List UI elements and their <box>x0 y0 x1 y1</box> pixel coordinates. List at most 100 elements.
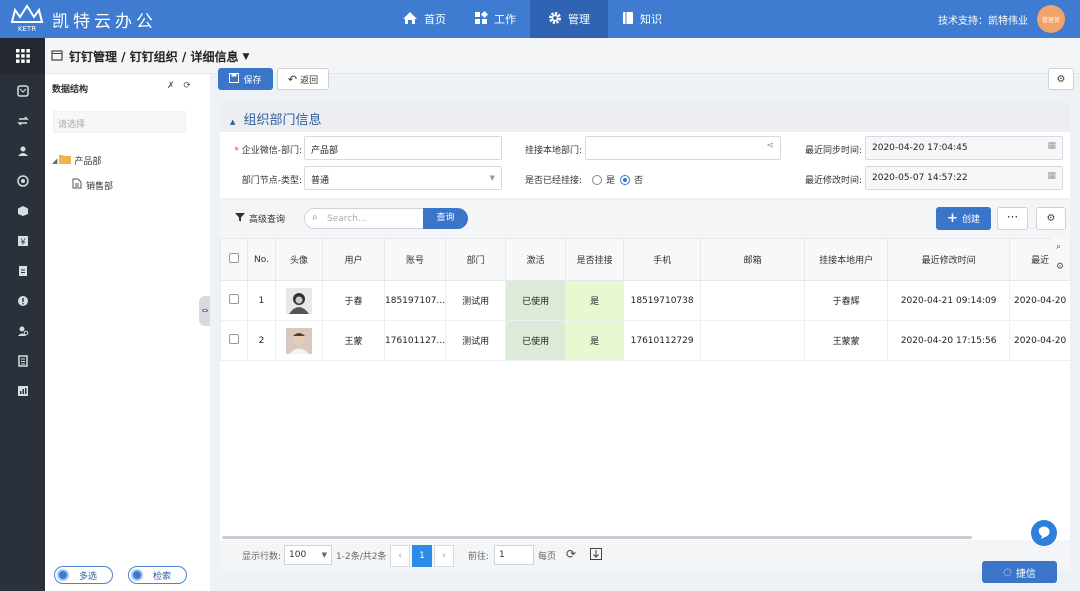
yen-icon[interactable]: ¥ <box>0 229 45 253</box>
col-account[interactable]: 账号 <box>383 238 447 281</box>
table-row[interactable]: 1 于春 185197107... 测试用 已使用 是 18519710738 … <box>220 280 1072 321</box>
swap-icon[interactable] <box>0 109 45 133</box>
row-email <box>700 320 806 361</box>
section-header[interactable]: ▲ 组织部门信息 <box>220 102 1070 132</box>
ketr-logo-icon: KETR <box>8 4 46 34</box>
calendar-icon[interactable]: ▦ <box>1047 171 1056 181</box>
row-user: 王蒙 <box>322 320 385 361</box>
page-button-1[interactable]: 1 <box>412 545 432 567</box>
apps-icon <box>474 10 489 28</box>
nav-work[interactable]: 工作 <box>460 0 530 38</box>
message-icon: ◌ <box>1003 566 1012 578</box>
search-icon[interactable]: ⌕ <box>1056 242 1061 252</box>
pin-icon[interactable]: ✗ <box>167 81 175 91</box>
top-bar: KETR 凯特云办公 首页 工作 管理 知识 技术支持：凯特伟业 管理员 <box>0 0 1080 38</box>
select-all-checkbox[interactable] <box>220 238 248 281</box>
data-structure-panel: 数据结构 ✗ ⟳ 请选择 ◢ 产品部 销售部 <box>45 74 210 591</box>
row-checkbox[interactable] <box>220 280 248 321</box>
breadcrumb-bar: 钉钉管理 / 钉钉组织 / 详细信息 ▼ <box>45 38 1080 74</box>
share-icon[interactable]: ⋖ <box>766 141 774 151</box>
row-email <box>700 280 806 321</box>
refresh-icon[interactable]: ⟳ <box>183 81 191 91</box>
chat-bubble-icon[interactable] <box>1031 520 1057 546</box>
search-tree-button[interactable]: 检索 <box>128 566 187 584</box>
globe-icon[interactable] <box>0 169 45 193</box>
col-linked[interactable]: 是否挂接 <box>565 238 625 281</box>
page-settings-button[interactable]: ⚙ <box>1048 68 1074 90</box>
left-rail: ¥ <box>0 38 45 591</box>
refresh-icon[interactable]: ⟳ <box>566 547 576 561</box>
caret-down-icon[interactable]: ◢ <box>52 157 57 165</box>
chevron-down-icon[interactable]: ▼ <box>242 52 249 62</box>
col-active[interactable]: 激活 <box>505 238 567 281</box>
modify-time-label: 最近修改时间: <box>804 176 862 186</box>
gear-icon[interactable]: ⚙ <box>1056 262 1064 272</box>
dept-field[interactable]: 产品部 <box>304 136 502 160</box>
col-phone[interactable]: 手机 <box>623 238 702 281</box>
prev-page-button[interactable]: ‹ <box>390 545 410 567</box>
create-button[interactable]: + 创建 <box>936 207 991 230</box>
nav-manage[interactable]: 管理 <box>530 0 608 38</box>
tree-node-root[interactable]: ◢ 产品部 <box>52 154 101 167</box>
grid-menu-icon[interactable] <box>0 38 45 74</box>
nav-knowledge[interactable]: 知识 <box>608 0 676 38</box>
linked-yes-radio[interactable]: 是 <box>592 173 615 186</box>
tree-title: 数据结构 <box>52 85 89 95</box>
app-logo[interactable]: KETR 凯特云办公 <box>8 4 157 34</box>
row-linked: 是 <box>565 280 625 321</box>
query-button[interactable]: 查询 <box>423 208 468 229</box>
row-checkbox[interactable] <box>220 320 248 361</box>
goto-page-input[interactable]: 1 <box>494 545 534 565</box>
jiexin-button[interactable]: ◌ 捷信 <box>982 561 1057 583</box>
calendar-icon[interactable]: ▦ <box>1047 141 1056 151</box>
gear-icon: ⚙ <box>1056 73 1066 85</box>
book-icon <box>622 11 634 28</box>
column-tools: ⌕ ⚙ <box>1052 238 1070 280</box>
col-user[interactable]: 用户 <box>322 238 385 281</box>
linked-label: 是否已经挂接: <box>524 176 582 186</box>
caret-up-icon: ▲ <box>230 118 236 126</box>
row-recent: 2020-04-20 <box>1009 320 1072 361</box>
col-dept[interactable]: 部门 <box>445 238 507 281</box>
user-avatar[interactable]: 管理员 <box>1037 5 1065 33</box>
local-dept-field[interactable]: ⋖ <box>585 136 781 160</box>
export-icon[interactable] <box>590 548 602 563</box>
more-button[interactable]: ··· <box>997 207 1028 230</box>
back-button[interactable]: ↶ 返回 <box>277 68 329 90</box>
col-avatar[interactable]: 头像 <box>275 238 323 281</box>
horizontal-scrollbar[interactable] <box>222 536 972 539</box>
dept-label: * 企业微信-部门: <box>234 146 302 156</box>
support-text: 技术支持：凯特伟业 <box>938 16 1028 27</box>
user-search-icon[interactable] <box>0 319 45 343</box>
linked-no-radio[interactable]: 否 <box>620 173 643 186</box>
chart-icon[interactable] <box>0 379 45 403</box>
grid-search-input[interactable]: ⌕ Search... <box>304 208 424 229</box>
col-email[interactable]: 邮箱 <box>700 238 806 281</box>
alert-icon[interactable] <box>0 289 45 313</box>
list-icon[interactable] <box>0 349 45 373</box>
app-title: 凯特云办公 <box>52 11 157 32</box>
col-local-user[interactable]: 挂接本地用户 <box>804 238 889 281</box>
rows-per-page-select[interactable]: 100 ▼ <box>284 545 332 565</box>
col-no[interactable]: No. <box>247 238 276 281</box>
clipboard-icon[interactable] <box>0 259 45 283</box>
user-icon[interactable] <box>0 139 45 163</box>
save-button[interactable]: 保存 <box>218 68 273 90</box>
search-icon: ⌕ <box>312 212 318 223</box>
table-row[interactable]: 2 王蒙 176101127... 测试用 已使用 是 17610112729 … <box>220 320 1072 361</box>
row-phone: 18519710738 <box>623 280 702 321</box>
col-modified[interactable]: 最近修改时间 <box>887 238 1011 281</box>
phone-icon[interactable] <box>0 79 45 103</box>
nav-home[interactable]: 首页 <box>388 0 460 38</box>
filter-icon <box>235 212 245 225</box>
cube-icon[interactable] <box>0 199 45 223</box>
tree-search-input[interactable]: 请选择 <box>53 111 186 133</box>
next-page-button[interactable]: › <box>434 545 454 567</box>
multi-select-button[interactable]: 多选 <box>54 566 113 584</box>
row-dept: 测试用 <box>445 320 507 361</box>
advanced-search-button[interactable]: 高级查询 <box>235 212 285 225</box>
tree-node-child[interactable]: 销售部 <box>72 178 113 192</box>
grid-settings-button[interactable]: ⚙ <box>1036 207 1066 230</box>
node-type-select[interactable]: 普通 ▼ <box>304 166 502 190</box>
tree-tools: ✗ ⟳ <box>167 81 191 91</box>
